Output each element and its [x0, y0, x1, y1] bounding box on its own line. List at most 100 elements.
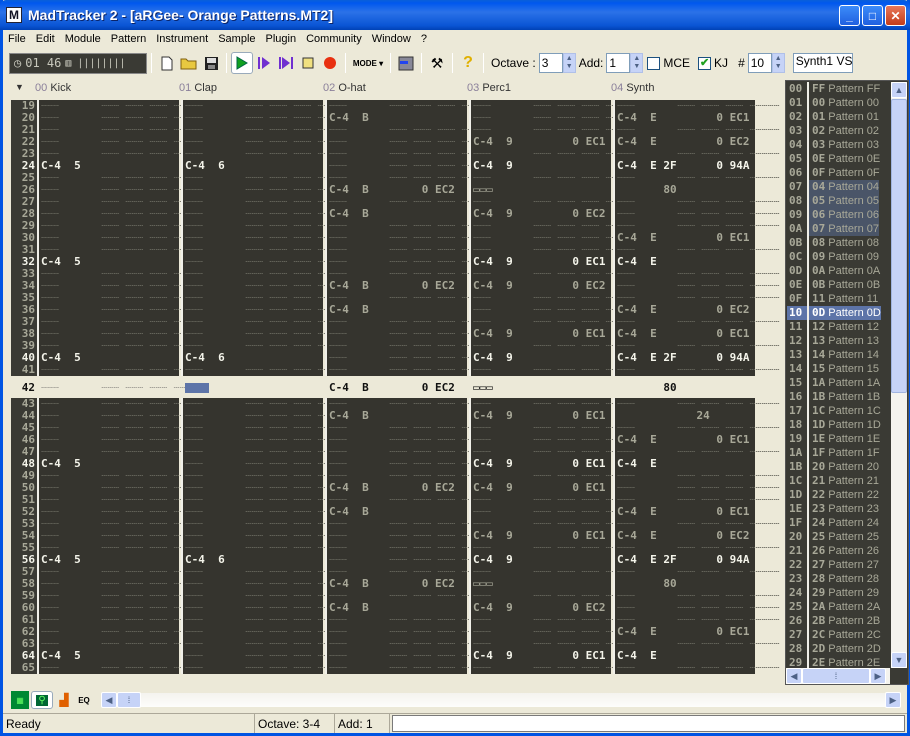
current-row-cell[interactable]: ┄┄┄ ┄┄┄ ┄┄┄ ┄┄┄ ┄┄┄┄┄: [39, 382, 204, 394]
pattern-cell[interactable]: ┄┄┄ ┄┄┄ ┄┄┄ ┄┄┄ ┄┄┄┄┄: [471, 112, 636, 124]
order-list-item[interactable]: 1D 22 Pattern 22: [787, 488, 891, 502]
pattern-cell[interactable]: ┄┄┄ ┄┄┄ ┄┄┄ ┄┄┄ ┄┄┄┄┄: [471, 506, 636, 518]
pattern-cell[interactable]: C-4 9 0 EC1: [471, 482, 611, 494]
help-icon[interactable]: ?: [457, 52, 479, 74]
pattern-cell[interactable]: ┄┄┄ ┄┄┄ ┄┄┄ ┄┄┄ ┄┄┄┄┄: [327, 244, 492, 256]
order-list-item[interactable]: 1E 23 Pattern 23: [787, 502, 891, 516]
order-list-item[interactable]: 1F 24 Pattern 24: [787, 516, 891, 530]
pattern-cell[interactable]: C-4 9 0 EC1: [471, 530, 611, 542]
order-list-item[interactable]: 15 1A Pattern 1A: [787, 376, 891, 390]
pattern-cell[interactable]: C-4 E 0 EC1: [615, 328, 755, 340]
order-list-item[interactable]: 21 26 Pattern 26: [787, 544, 891, 558]
pattern-cell[interactable]: C-4 B 0 EC2: [327, 184, 467, 196]
open-folder-icon[interactable]: [178, 52, 200, 74]
current-row-cell[interactable]: [183, 382, 325, 394]
pattern-cell[interactable]: ┄┄┄ ┄┄┄ ┄┄┄ ┄┄┄ ┄┄┄┄┄: [615, 208, 780, 220]
hscroll-right-button[interactable]: ▶: [885, 692, 901, 708]
save-icon[interactable]: [200, 52, 222, 74]
pattern-cell[interactable]: C-4 9 0 EC2: [471, 280, 611, 292]
pattern-cell[interactable]: ┄┄┄ ┄┄┄ ┄┄┄ ┄┄┄ ┄┄┄┄┄: [471, 422, 636, 434]
pattern-cell[interactable]: ┄┄┄ ┄┄┄ ┄┄┄ ┄┄┄ ┄┄┄┄┄: [39, 590, 204, 602]
pattern-cell[interactable]: ┄┄┄ ┄┄┄ ┄┄┄ ┄┄┄ ┄┄┄┄┄: [183, 578, 348, 590]
pattern-cell[interactable]: ┄┄┄ ┄┄┄ ┄┄┄ ┄┄┄ ┄┄┄┄┄: [615, 268, 780, 280]
pattern-cell[interactable]: ┄┄┄ ┄┄┄ ┄┄┄ ┄┄┄ ┄┄┄┄┄: [183, 530, 348, 542]
pattern-cell[interactable]: ┄┄┄ ┄┄┄ ┄┄┄ ┄┄┄ ┄┄┄┄┄: [183, 602, 348, 614]
add-input[interactable]: [606, 53, 631, 73]
order-list-item[interactable]: 10 0D Pattern 0D: [787, 306, 891, 320]
pattern-cell[interactable]: ┄┄┄ ┄┄┄ ┄┄┄ ┄┄┄ ┄┄┄┄┄: [183, 208, 348, 220]
pattern-cell[interactable]: C-4 E 0 EC2: [615, 136, 755, 148]
hscroll-thumb-main[interactable]: ⁞: [117, 692, 141, 708]
track-2[interactable]: ┄┄┄ ┄┄┄ ┄┄┄ ┄┄┄ ┄┄┄┄┄ C-4 B ┄┄┄ ┄┄┄ ┄┄┄ ┄┄…: [325, 398, 492, 674]
analyzer-view-icon[interactable]: ▟: [55, 691, 73, 709]
pattern-cell[interactable]: C-4 5: [39, 458, 179, 470]
menu-community[interactable]: Community: [301, 33, 367, 45]
pattern-cell[interactable]: ┄┄┄ ┄┄┄ ┄┄┄ ┄┄┄ ┄┄┄┄┄: [39, 662, 204, 674]
pattern-cell[interactable]: ┄┄┄ ┄┄┄ ┄┄┄ ┄┄┄ ┄┄┄┄┄: [39, 328, 204, 340]
plugin-name-field[interactable]: Synth1 VST: [792, 53, 853, 73]
pattern-cell[interactable]: ┄┄┄ ┄┄┄ ┄┄┄ ┄┄┄ ┄┄┄┄┄: [615, 482, 780, 494]
pattern-cell[interactable]: ┄┄┄ ┄┄┄ ┄┄┄ ┄┄┄ ┄┄┄┄┄: [39, 124, 204, 136]
pattern-cell[interactable]: C-4 B 0 EC2: [327, 482, 467, 494]
pattern-cell[interactable]: ┄┄┄ ┄┄┄ ┄┄┄ ┄┄┄ ┄┄┄┄┄: [39, 422, 204, 434]
pattern-cell[interactable]: ┄┄┄ ┄┄┄ ┄┄┄ ┄┄┄ ┄┄┄┄┄: [39, 316, 204, 328]
pattern-cell[interactable]: C-4 E 0 EC1: [615, 232, 755, 244]
pattern-cell[interactable]: ┄┄┄ ┄┄┄ ┄┄┄ ┄┄┄ ┄┄┄┄┄: [183, 446, 348, 458]
pattern-cell[interactable]: ┄┄┄ ┄┄┄ ┄┄┄ ┄┄┄ ┄┄┄┄┄: [39, 100, 204, 112]
pattern-cell[interactable]: ┄┄┄ ┄┄┄ ┄┄┄ ┄┄┄ ┄┄┄┄┄: [615, 280, 780, 292]
pattern-cell[interactable]: ▭▭▭: [471, 578, 611, 590]
order-list-item[interactable]: 1A 1F Pattern 1F: [787, 446, 891, 460]
pattern-cell[interactable]: ┄┄┄ ┄┄┄ ┄┄┄ ┄┄┄ ┄┄┄┄┄: [183, 458, 348, 470]
hscroll-track[interactable]: [141, 693, 885, 707]
minimize-button[interactable]: _: [839, 5, 860, 26]
order-list-item[interactable]: 13 14 Pattern 14: [787, 348, 891, 362]
pattern-cell[interactable]: 80: [615, 184, 755, 196]
current-row-cell[interactable]: C-4 B 0 EC2: [327, 382, 469, 394]
pattern-cell[interactable]: ┄┄┄ ┄┄┄ ┄┄┄ ┄┄┄ ┄┄┄┄┄: [183, 614, 348, 626]
hscroll-thumb[interactable]: ⁞: [802, 668, 870, 684]
play-button[interactable]: [231, 52, 253, 74]
pattern-cell[interactable]: ┄┄┄ ┄┄┄ ┄┄┄ ┄┄┄ ┄┄┄┄┄: [327, 614, 492, 626]
pattern-cell[interactable]: ┄┄┄ ┄┄┄ ┄┄┄ ┄┄┄ ┄┄┄┄┄: [39, 196, 204, 208]
pattern-cell[interactable]: ┄┄┄ ┄┄┄ ┄┄┄ ┄┄┄ ┄┄┄┄┄: [471, 232, 636, 244]
add-spin-buttons[interactable]: ▲ ▼: [630, 53, 644, 73]
pattern-cell[interactable]: ┄┄┄ ┄┄┄ ┄┄┄ ┄┄┄ ┄┄┄┄┄: [183, 184, 348, 196]
pattern-cell[interactable]: C-4 E 2F 0 94A: [615, 352, 755, 364]
pattern-cell[interactable]: ┄┄┄ ┄┄┄ ┄┄┄ ┄┄┄ ┄┄┄┄┄: [39, 280, 204, 292]
current-row-cell[interactable]: ▭▭▭: [471, 382, 613, 394]
pattern-cell[interactable]: ▭▭▭: [471, 184, 611, 196]
pattern-cell[interactable]: C-4 E 0 EC2: [615, 530, 755, 542]
menu-pattern[interactable]: Pattern: [106, 33, 151, 45]
pattern-cell[interactable]: ┄┄┄ ┄┄┄ ┄┄┄ ┄┄┄ ┄┄┄┄┄: [183, 112, 348, 124]
pattern-cell[interactable]: ┄┄┄ ┄┄┄ ┄┄┄ ┄┄┄ ┄┄┄┄┄: [327, 328, 492, 340]
order-list-item[interactable]: 19 1E Pattern 1E: [787, 432, 891, 446]
track-1[interactable]: ┄┄┄ ┄┄┄ ┄┄┄ ┄┄┄ ┄┄┄┄┄ ┄┄┄ ┄┄┄ ┄┄┄ ┄┄┄ ┄┄┄…: [181, 100, 348, 376]
pattern-cell[interactable]: ┄┄┄ ┄┄┄ ┄┄┄ ┄┄┄ ┄┄┄┄┄: [327, 434, 492, 446]
pattern-cell[interactable]: C-4 B: [327, 410, 467, 422]
pattern-cell[interactable]: C-4 E 0 EC1: [615, 112, 755, 124]
pattern-cell[interactable]: ┄┄┄ ┄┄┄ ┄┄┄ ┄┄┄ ┄┄┄┄┄: [183, 638, 348, 650]
pattern-cell[interactable]: C-4 9: [471, 160, 611, 172]
pattern-cell[interactable]: C-4 E 0 EC2: [615, 304, 755, 316]
scroll-down-button[interactable]: ▼: [891, 652, 907, 668]
order-list-item[interactable]: 23 28 Pattern 28: [787, 572, 891, 586]
pattern-cell[interactable]: ┄┄┄ ┄┄┄ ┄┄┄ ┄┄┄ ┄┄┄┄┄: [183, 470, 348, 482]
kj-checkbox[interactable]: ✔ KJ: [698, 56, 728, 70]
current-row[interactable]: 42 ┄┄┄ ┄┄┄ ┄┄┄ ┄┄┄ ┄┄┄┄┄ C-4 B 0 EC2 ▭▭▭ 80: [7, 382, 779, 394]
menu-file[interactable]: File: [3, 33, 31, 45]
pattern-cell[interactable]: ┄┄┄ ┄┄┄ ┄┄┄ ┄┄┄ ┄┄┄┄┄: [615, 662, 780, 674]
settings-hammer-icon[interactable]: ⚒: [426, 52, 448, 74]
menu-help[interactable]: ?: [416, 33, 432, 45]
mixer-view-icon[interactable]: ⚲: [31, 691, 53, 709]
order-list-item[interactable]: 06 0F Pattern 0F: [787, 166, 891, 180]
pattern-cell[interactable]: C-4 9: [471, 554, 611, 566]
menu-window[interactable]: Window: [367, 33, 416, 45]
pattern-cell[interactable]: ┄┄┄ ┄┄┄ ┄┄┄ ┄┄┄ ┄┄┄┄┄: [327, 530, 492, 542]
pattern-cell[interactable]: ┄┄┄ ┄┄┄ ┄┄┄ ┄┄┄ ┄┄┄┄┄: [615, 602, 780, 614]
pattern-cell[interactable]: ┄┄┄ ┄┄┄ ┄┄┄ ┄┄┄ ┄┄┄┄┄: [39, 494, 204, 506]
pattern-cell[interactable]: ┄┄┄ ┄┄┄ ┄┄┄ ┄┄┄ ┄┄┄┄┄: [183, 220, 348, 232]
order-list-item[interactable]: 04 03 Pattern 03: [787, 138, 891, 152]
pattern-cell[interactable]: ┄┄┄ ┄┄┄ ┄┄┄ ┄┄┄ ┄┄┄┄┄: [183, 280, 348, 292]
status-input-field[interactable]: [392, 715, 905, 732]
pattern-cell[interactable]: C-4 E 0 EC1: [615, 506, 755, 518]
